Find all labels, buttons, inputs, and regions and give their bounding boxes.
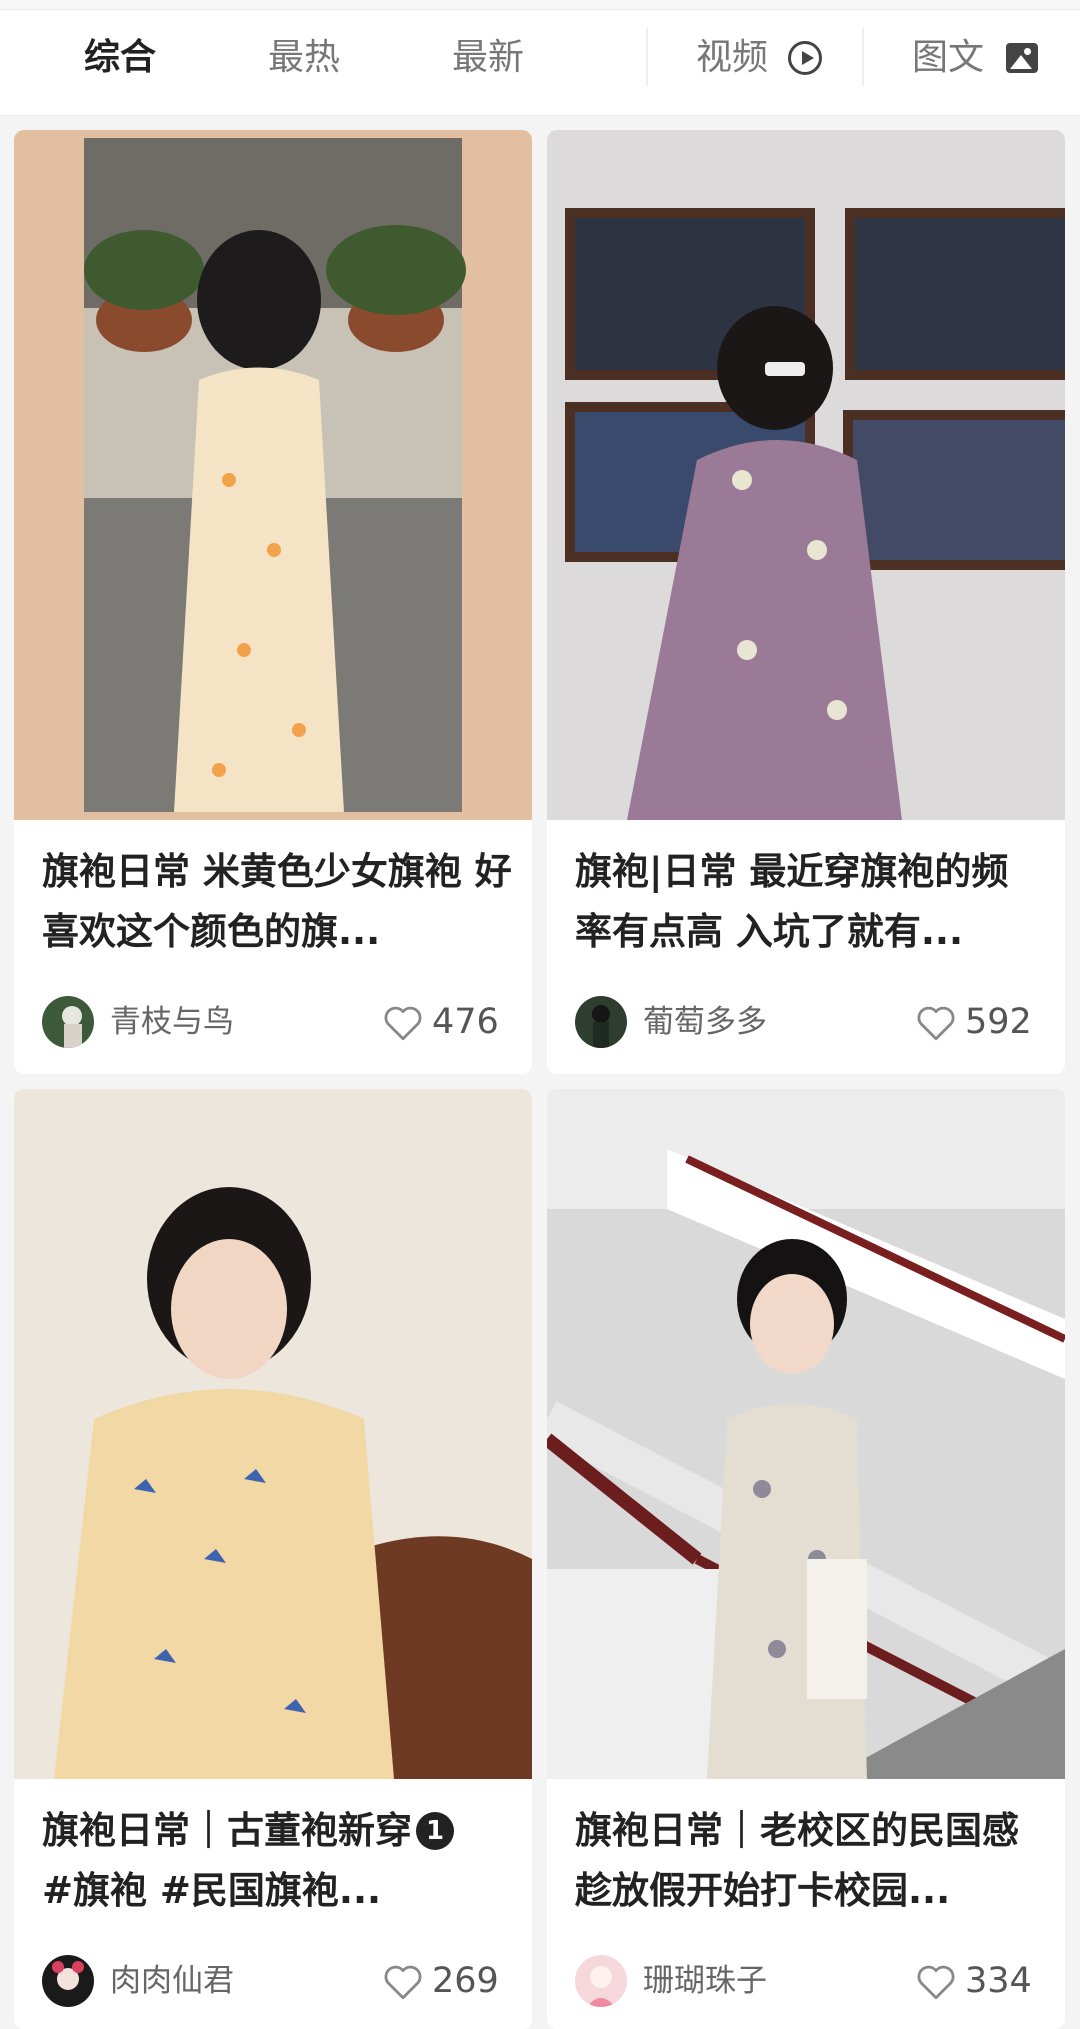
post-photo[interactable] <box>547 130 1065 820</box>
post-title[interactable]: 旗袍|日常 最近穿旗袍的频率有点高 入坑了就有... <box>575 842 1045 962</box>
post-photo[interactable] <box>14 130 532 820</box>
avatar[interactable] <box>42 996 94 1048</box>
post-card[interactable]: 旗袍|日常 最近穿旗袍的频率有点高 入坑了就有... 葡萄多多 592 <box>547 130 1065 1074</box>
tab-graphic[interactable]: 图文 <box>912 30 984 86</box>
author-name[interactable]: 葡萄多多 <box>643 996 767 1048</box>
tab-bar: 综合 最热 最新 视频 图文 <box>0 0 1080 116</box>
status-strip <box>0 0 1080 10</box>
tab-comprehensive[interactable]: 综合 <box>84 30 156 86</box>
tab-divider <box>646 28 648 86</box>
tab-graphic-label: 图文 <box>912 37 985 78</box>
post-title-line2: #旗袍 #民国旗袍... <box>42 1869 382 1912</box>
avatar[interactable] <box>575 1955 627 2007</box>
play-circle-icon[interactable] <box>788 41 822 75</box>
post-card[interactable]: 旗袍日常 米黄色少女旗袍 好喜欢这个颜色的旗... 青枝与鸟 476 <box>14 130 532 1074</box>
number-badge: 1 <box>416 1812 454 1850</box>
tab-newest[interactable]: 最新 <box>452 30 524 86</box>
heart-icon[interactable] <box>915 1003 957 1043</box>
post-photo[interactable] <box>14 1089 532 1779</box>
post-title-line1: 旗袍日常｜古董袍新穿 <box>42 1809 412 1852</box>
post-title[interactable]: 旗袍日常｜古董袍新穿 1 #旗袍 #民国旗袍... <box>42 1801 512 1921</box>
heart-icon[interactable] <box>382 1962 424 2002</box>
avatar[interactable] <box>42 1955 94 2007</box>
author-name[interactable]: 肉肉仙君 <box>110 1955 234 2007</box>
like-count: 269 <box>432 1961 499 2001</box>
author-name[interactable]: 青枝与鸟 <box>110 996 234 1048</box>
like-count: 334 <box>965 1961 1032 2001</box>
heart-icon[interactable] <box>915 1962 957 2002</box>
post-photo[interactable] <box>547 1089 1065 1779</box>
tab-hottest[interactable]: 最热 <box>268 30 340 86</box>
post-title[interactable]: 旗袍日常｜老校区的民国感 趁放假开始打卡校园... <box>575 1801 1045 1921</box>
tab-divider <box>862 28 864 86</box>
post-title[interactable]: 旗袍日常 米黄色少女旗袍 好喜欢这个颜色的旗... <box>42 842 512 962</box>
avatar[interactable] <box>575 996 627 1048</box>
heart-icon[interactable] <box>382 1003 424 1043</box>
author-name[interactable]: 珊瑚珠子 <box>643 1955 767 2007</box>
like-count: 476 <box>432 1002 499 1042</box>
image-icon[interactable] <box>1006 43 1038 73</box>
tab-video[interactable]: 视频 <box>696 30 768 86</box>
tab-video-label: 视频 <box>696 37 769 78</box>
post-card[interactable]: 旗袍日常｜古董袍新穿 1 #旗袍 #民国旗袍... 肉肉仙君 269 <box>14 1089 532 2029</box>
like-count: 592 <box>965 1002 1032 1042</box>
post-card[interactable]: 旗袍日常｜老校区的民国感 趁放假开始打卡校园... 珊瑚珠子 334 <box>547 1089 1065 2029</box>
